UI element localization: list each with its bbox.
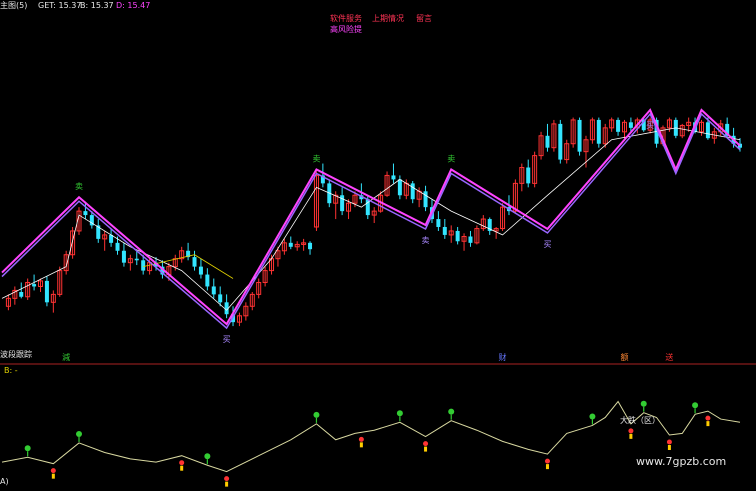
candle-body-down bbox=[308, 242, 313, 250]
sell-signal bbox=[224, 476, 230, 482]
candle-body-down bbox=[596, 119, 601, 144]
candle-body-down bbox=[141, 260, 146, 271]
candle-body-down bbox=[391, 175, 396, 180]
lower-annotation: 大跌（区） bbox=[620, 416, 660, 425]
buy-signal bbox=[589, 413, 596, 420]
d-value: D: 15.47 bbox=[116, 1, 151, 10]
menu-subtitle: 高风险提 bbox=[330, 25, 362, 34]
candle-body-down bbox=[218, 294, 223, 303]
candle-body-down bbox=[121, 250, 126, 263]
buy-signal bbox=[448, 408, 455, 415]
candle-body-down bbox=[44, 280, 49, 303]
bottom-marker: 送 bbox=[665, 352, 673, 362]
candle-body-down bbox=[410, 183, 415, 200]
signal-tag: 卖 bbox=[422, 236, 430, 245]
signal-tag: 买 bbox=[223, 335, 231, 344]
candle-body-down bbox=[397, 179, 402, 196]
sell-signal-stem bbox=[629, 433, 633, 439]
lower-panel-title: B: - bbox=[4, 366, 18, 375]
signal-tag: 卖 bbox=[75, 182, 83, 191]
signal-tag: 卖 bbox=[312, 154, 320, 163]
sell-signal-stem bbox=[424, 446, 428, 452]
bottom-marker: 财 bbox=[499, 352, 507, 362]
sell-signal-stem bbox=[51, 473, 55, 479]
candle-body-down bbox=[628, 122, 633, 128]
b-value: B: 15.37 bbox=[80, 1, 114, 10]
signal-tag: 买 bbox=[543, 240, 551, 249]
lower-panel bbox=[1, 400, 741, 487]
candle-body-down bbox=[436, 219, 441, 227]
indicator-line bbox=[1, 400, 741, 473]
ma-line bbox=[1, 127, 741, 311]
main-panel: 卖买卖卖卖买买減财额送 bbox=[1, 108, 742, 362]
sell-signal bbox=[179, 460, 185, 466]
candle-body-down bbox=[134, 258, 139, 261]
candle-body-down bbox=[19, 292, 24, 297]
sell-signal-stem bbox=[225, 481, 229, 487]
sell-signal bbox=[358, 436, 364, 442]
bottom-marker: 额 bbox=[620, 352, 628, 362]
candle-body-down bbox=[192, 257, 197, 267]
menu-link-2[interactable]: 留言 bbox=[416, 14, 432, 24]
menu-link-0[interactable]: 软件服务 bbox=[330, 14, 362, 24]
sell-signal bbox=[628, 428, 634, 434]
buy-signal bbox=[640, 400, 647, 407]
sell-signal-stem bbox=[180, 465, 184, 471]
candle-body-down bbox=[616, 119, 621, 132]
candle-body-down bbox=[32, 284, 37, 287]
menu-link-1[interactable]: 上期情况 bbox=[372, 14, 404, 24]
zigzag-line bbox=[1, 108, 741, 326]
candle-body-down bbox=[468, 236, 473, 243]
candle-body-down bbox=[423, 191, 428, 208]
candle-body-down bbox=[526, 167, 531, 184]
sell-signal-stem bbox=[359, 442, 363, 448]
candle-body-down bbox=[205, 274, 210, 287]
candle-body-down bbox=[558, 123, 563, 160]
candle-body-down bbox=[83, 211, 88, 216]
buy-signal bbox=[204, 453, 211, 460]
candle-body-down bbox=[545, 135, 550, 148]
candle-body-down bbox=[455, 230, 460, 242]
sell-signal bbox=[50, 468, 56, 474]
candle-body-down bbox=[442, 226, 447, 235]
sell-signal bbox=[544, 458, 550, 464]
buy-signal bbox=[24, 445, 31, 452]
sell-signal bbox=[705, 415, 711, 421]
candle-body-down bbox=[577, 119, 582, 152]
main-left-label: 波段跟踪 bbox=[0, 350, 32, 359]
get-value: GET: 15.37 bbox=[38, 1, 82, 10]
chart-svg: 卖买卖卖卖买买減财额送 bbox=[0, 108, 756, 487]
buy-signal bbox=[313, 411, 320, 418]
bottom-marker: 減 bbox=[62, 352, 70, 362]
signal-tag: 卖 bbox=[447, 154, 455, 163]
chart-stage: 卖买卖卖卖买买減财额送 主图(5) GET: 15.37 B: 15.37 D:… bbox=[0, 0, 756, 487]
sell-signal-stem bbox=[706, 421, 710, 427]
candle-body-down bbox=[705, 122, 710, 139]
watermark: www.7gpzb.com bbox=[636, 455, 727, 468]
sell-signal bbox=[423, 441, 429, 447]
lower-axis-label: A) bbox=[0, 477, 9, 486]
chart-title: 主图(5) bbox=[0, 1, 28, 10]
sell-signal-stem bbox=[667, 445, 671, 450]
candle-body-down bbox=[211, 286, 216, 295]
candle-body-down bbox=[115, 242, 120, 251]
buy-signal bbox=[76, 430, 83, 437]
sell-signal-stem bbox=[545, 464, 549, 470]
candle-body-down bbox=[288, 242, 293, 247]
sell-signal bbox=[666, 439, 672, 445]
signal-tag: 买 bbox=[646, 121, 654, 130]
zigzag-line-inner bbox=[1, 112, 741, 330]
candle-body-down bbox=[198, 266, 203, 275]
buy-signal bbox=[692, 402, 699, 409]
buy-signal bbox=[396, 410, 403, 417]
